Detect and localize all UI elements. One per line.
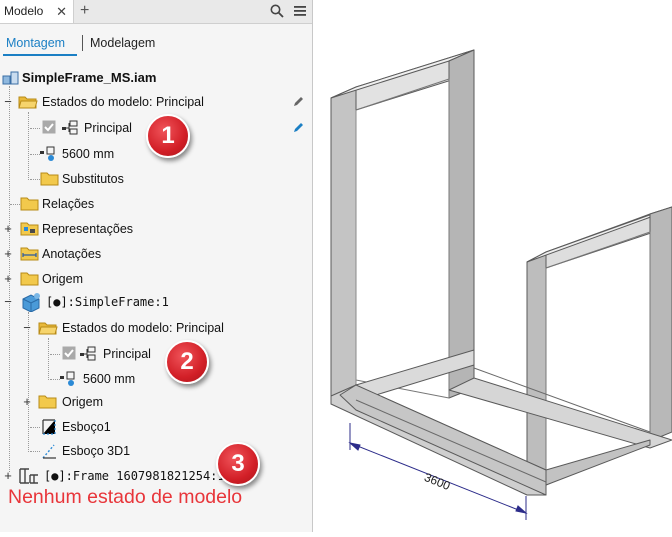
- tree-item-root[interactable]: SimpleFrame_MS.iam: [0, 68, 312, 88]
- parameter-icon: [40, 146, 55, 161]
- pencil-icon[interactable]: [292, 95, 305, 108]
- tree-item-substitutes[interactable]: Substitutos: [0, 169, 312, 189]
- expand-icon[interactable]: +: [3, 244, 13, 264]
- model-browser-panel: Modelo ✕ + Montagem Modelagem SimpleFram…: [0, 0, 313, 532]
- tree-item-annotations[interactable]: + Anotações: [0, 244, 312, 264]
- tree-label: [●]:Frame 1607981821254:1: [44, 469, 225, 483]
- callout-badge-2: 2: [165, 340, 209, 384]
- tree-label: 5600 mm: [62, 147, 115, 161]
- frame-model-drawing: 3600: [330, 49, 672, 520]
- tree-item-part-origin[interactable]: + Origem: [0, 392, 312, 412]
- tree-item-relations[interactable]: Relações: [0, 194, 312, 214]
- active-mode-underline: [3, 54, 77, 56]
- expand-icon[interactable]: +: [3, 269, 13, 289]
- model-state-icon: [62, 120, 78, 135]
- tree-label: Relações: [42, 197, 95, 211]
- mode-divider: [82, 35, 83, 51]
- tree-label: 5600 mm: [83, 372, 136, 386]
- tree-label: Origem: [62, 395, 103, 409]
- tree-label: Estados do modelo: Principal: [62, 321, 224, 335]
- tab-modelo[interactable]: Modelo ✕: [0, 0, 74, 23]
- pencil-icon[interactable]: [292, 121, 305, 134]
- checkbox-checked-icon[interactable]: [42, 120, 56, 134]
- tree-item-representations[interactable]: + Representações: [0, 219, 312, 239]
- expand-icon[interactable]: +: [3, 219, 13, 239]
- callout-badge-1: 1: [146, 114, 190, 158]
- browser-titlebar: Modelo ✕ +: [0, 0, 312, 24]
- tree-label: Origem: [42, 272, 83, 286]
- tree-item-part-model-states[interactable]: − Estados do modelo: Principal: [0, 318, 312, 338]
- assembly-icon: [2, 71, 19, 85]
- tree-item-sketch1[interactable]: Esboço1: [0, 417, 312, 437]
- folder-open-icon: [18, 96, 38, 109]
- sketch-icon: [42, 419, 56, 435]
- tree-label: Representações: [42, 222, 134, 236]
- tree-label: [●]:SimpleFrame:1: [46, 295, 169, 309]
- add-tab-icon[interactable]: +: [80, 1, 89, 21]
- folder-icon: [20, 272, 39, 286]
- tree-label: SimpleFrame_MS.iam: [22, 70, 157, 85]
- tree-item-part[interactable]: − [●]:SimpleFrame:1: [0, 292, 312, 312]
- tree-item-origin[interactable]: + Origem: [0, 269, 312, 289]
- browser-mode-switch: Montagem Modelagem: [0, 34, 312, 56]
- folder-icon: [40, 172, 59, 186]
- tree-label: Substitutos: [62, 172, 124, 186]
- representations-icon: [20, 222, 39, 236]
- tree-label: Esboço 3D1: [62, 444, 131, 458]
- tree-item-model-states[interactable]: − Estados do modelo: Principal: [0, 92, 312, 112]
- collapse-icon[interactable]: −: [3, 92, 13, 112]
- annotations-icon: [20, 247, 39, 261]
- tree-item-sketch3d[interactable]: Esboço 3D1: [0, 441, 312, 461]
- frame-icon: [19, 468, 38, 484]
- search-icon[interactable]: [270, 4, 284, 18]
- expand-icon[interactable]: +: [22, 392, 32, 412]
- folder-icon: [20, 197, 39, 211]
- tree-item-part-principal[interactable]: Principal: [0, 344, 312, 364]
- tree-label: Esboço1: [62, 420, 111, 434]
- graphics-viewport[interactable]: 3600: [313, 0, 672, 532]
- part-icon: [22, 293, 40, 312]
- callout-note: Nenhum estado de modelo: [8, 486, 243, 508]
- sketch-3d-icon: [42, 444, 56, 459]
- tree-label: Anotações: [42, 247, 102, 261]
- collapse-icon[interactable]: −: [22, 318, 32, 338]
- tree-label: Estados do modelo: Principal: [42, 95, 204, 109]
- expand-icon[interactable]: +: [3, 466, 13, 486]
- close-icon[interactable]: ✕: [56, 0, 67, 23]
- tab-label: Modelo: [4, 4, 44, 18]
- mode-montagem[interactable]: Montagem: [6, 36, 65, 50]
- dimension-label: 3600: [422, 470, 452, 493]
- mode-modelagem[interactable]: Modelagem: [90, 36, 155, 50]
- callout-badge-3: 3: [216, 442, 260, 486]
- model-state-icon: [80, 346, 96, 361]
- collapse-icon[interactable]: −: [3, 292, 13, 312]
- parameter-icon: [60, 371, 75, 386]
- tree-label: Principal: [84, 121, 132, 135]
- folder-icon: [38, 395, 57, 409]
- tree-label: Principal: [103, 347, 151, 361]
- checkbox-checked-icon[interactable]: [62, 346, 76, 360]
- tree-item-part-length[interactable]: 5600 mm: [0, 369, 312, 389]
- folder-open-icon: [38, 322, 58, 335]
- tree-item-frame[interactable]: + [●]:Frame 1607981821254:1: [0, 466, 312, 486]
- menu-icon[interactable]: [293, 4, 307, 18]
